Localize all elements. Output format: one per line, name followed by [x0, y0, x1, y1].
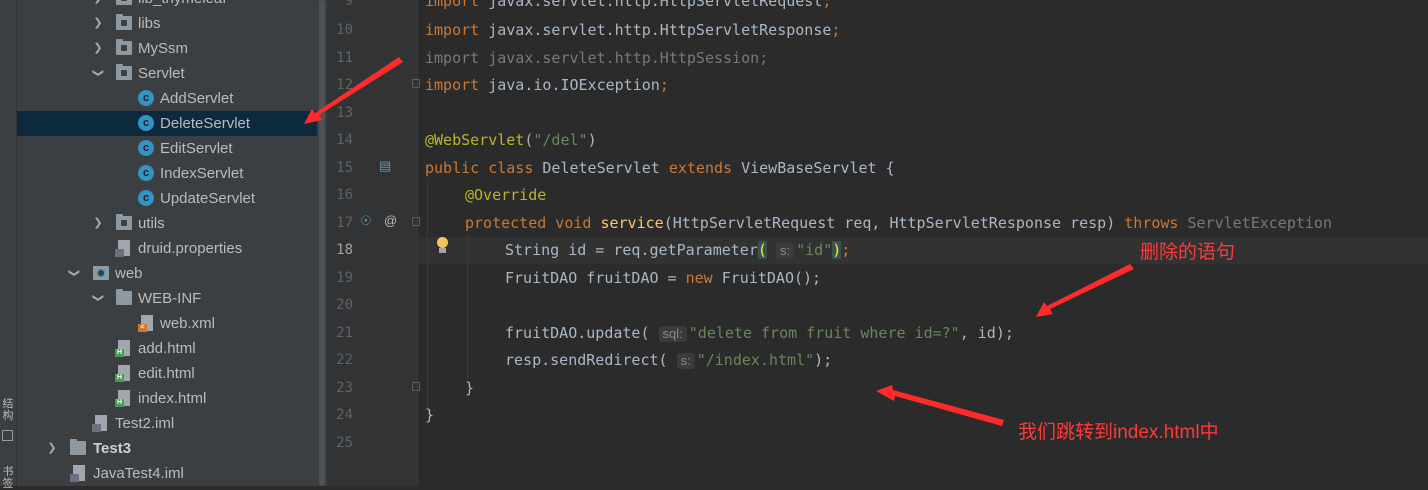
- annotation-redirect-note: 我们跳转到index.html中: [1018, 422, 1219, 443]
- arrow-to-update-statement: [1036, 264, 1134, 317]
- arrow-to-deleteservlet: [304, 57, 403, 124]
- arrow-to-sendredirect: [876, 385, 1004, 426]
- annotation-delete-statement: 删除的语句: [1140, 242, 1236, 263]
